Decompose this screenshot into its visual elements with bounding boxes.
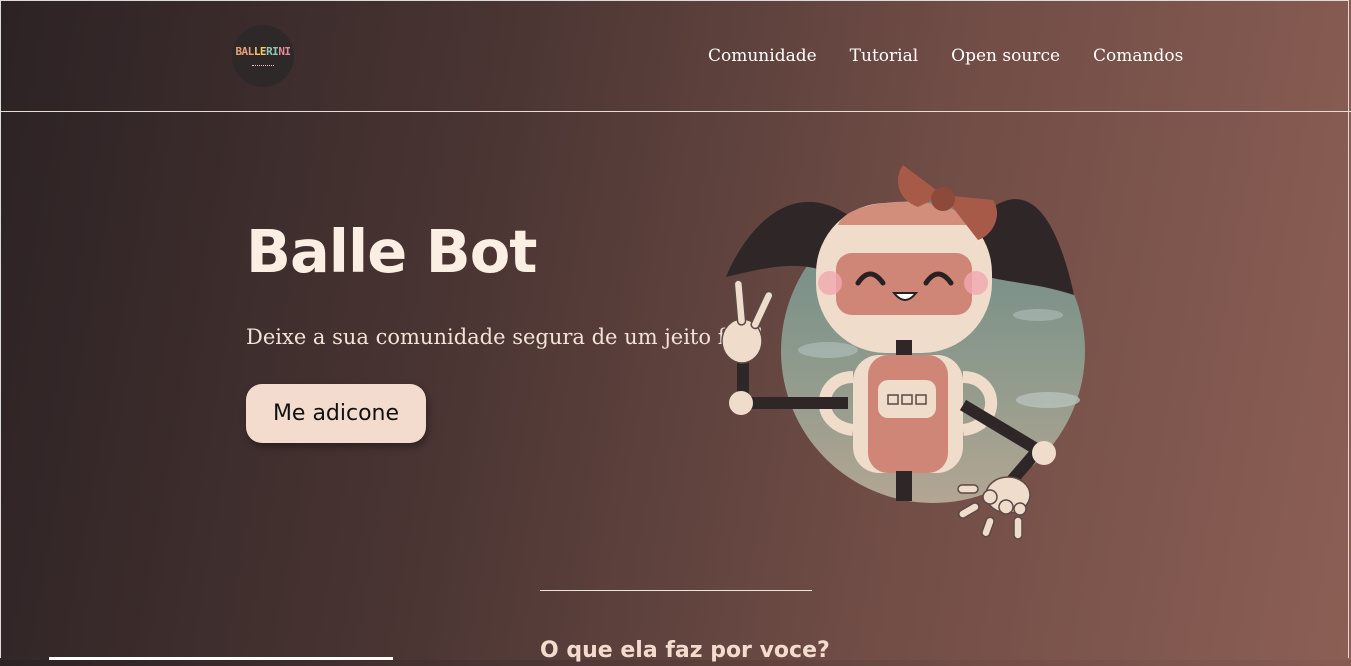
- finger-right: [1013, 516, 1023, 540]
- robot-leg: [896, 471, 912, 501]
- elbow-left: [729, 391, 753, 415]
- logo-underline: [252, 62, 274, 66]
- finger-right: [1013, 502, 1027, 516]
- cloud-icon: [1013, 309, 1063, 321]
- finger-right: [998, 499, 1014, 515]
- hero-subtitle: Deixe a sua comunidade segura de um jeit…: [246, 325, 764, 349]
- finger-left: [750, 290, 774, 330]
- robot-panel: [878, 380, 936, 418]
- section-divider: [540, 590, 812, 591]
- nav-link-comandos[interactable]: Comandos: [1093, 46, 1183, 66]
- blush-right: [964, 271, 988, 295]
- nav-link-comunidade[interactable]: Comunidade: [708, 46, 817, 66]
- cloud-icon: [1016, 392, 1080, 408]
- blush-left: [818, 271, 842, 295]
- section-title: O que ela faz por voce?: [540, 638, 830, 663]
- hero-title: Balle Bot: [246, 217, 537, 286]
- finger-left: [733, 279, 747, 326]
- robot-girl-illustration: [721, 165, 1085, 540]
- finger-right: [982, 489, 998, 505]
- nav-link-open-source[interactable]: Open source: [951, 46, 1060, 66]
- logo-wordmark: BALLERINI: [235, 45, 291, 58]
- cloud-icon: [798, 342, 858, 358]
- finger-right: [958, 502, 980, 519]
- elbow-right: [1032, 441, 1056, 465]
- nav-link-tutorial[interactable]: Tutorial: [850, 46, 919, 66]
- finger-right: [957, 484, 979, 494]
- add-bot-button[interactable]: Me adicone: [246, 384, 426, 443]
- ballerini-logo[interactable]: BALLERINI: [232, 25, 294, 87]
- bow-knot: [931, 187, 955, 211]
- site-header: BALLERINI Comunidade Tutorial Open sourc…: [0, 0, 1351, 112]
- main-nav: Comunidade Tutorial Open source Comandos: [708, 46, 1183, 66]
- finger-right: [981, 516, 995, 538]
